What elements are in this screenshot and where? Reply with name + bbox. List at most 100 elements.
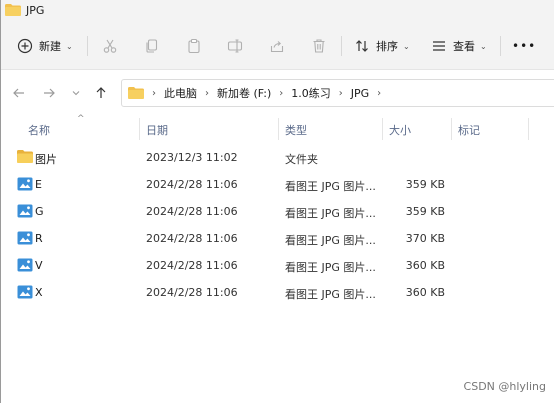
view-list-icon <box>433 41 445 51</box>
up-button[interactable] <box>92 84 110 102</box>
more-icon: ••• <box>512 39 537 53</box>
sort-button[interactable]: 排序 ⌄ <box>354 34 410 58</box>
chevron-right-icon[interactable]: › <box>205 88 209 99</box>
explorer-window: JPG 新建 ⌄ 排序 ⌄ 查看 ⌄ ••• › 此电脑 › 新加卷 (F:) … <box>0 0 554 403</box>
address-bar[interactable]: › 此电脑 › 新加卷 (F:) › 1.0练习 › JPG › <box>121 79 554 107</box>
scissors-icon <box>103 39 117 53</box>
arrow-up-icon <box>96 87 106 98</box>
file-name: E <box>35 178 42 191</box>
column-header-tags[interactable]: 标记 <box>458 122 480 138</box>
recent-locations-button[interactable] <box>67 84 85 102</box>
file-size: 360 KB <box>405 286 445 299</box>
file-type: 看图王 JPG 图片... <box>285 288 376 301</box>
list-item[interactable]: R 2024/2/28 11:06 看图王 JPG 图片... 370 KB <box>1 225 554 252</box>
chevron-right-icon[interactable]: › <box>152 88 156 99</box>
file-name: 图片 <box>35 153 57 166</box>
file-size: 370 KB <box>405 232 445 245</box>
jpg-file-icon <box>17 231 33 245</box>
file-date: 2024/2/28 11:06 <box>146 178 238 191</box>
copy-icon <box>146 39 158 53</box>
sort-icon <box>356 40 368 52</box>
divider <box>500 36 501 56</box>
watermark: CSDN @hlyling <box>463 380 546 393</box>
more-options-button[interactable]: ••• <box>512 34 536 58</box>
column-divider[interactable] <box>278 118 279 140</box>
chevron-right-icon[interactable]: › <box>339 88 343 99</box>
file-date: 2024/2/28 11:06 <box>146 259 238 272</box>
file-name: X <box>35 286 43 299</box>
column-divider[interactable] <box>528 118 529 140</box>
file-size: 359 KB <box>405 178 445 191</box>
column-header-size[interactable]: 大小 <box>389 122 411 138</box>
share-button[interactable] <box>269 34 285 58</box>
back-button[interactable] <box>10 84 28 102</box>
chevron-down-icon: ⌄ <box>480 41 487 51</box>
sort-ascending-icon: ^ <box>77 114 85 124</box>
view-label: 查看 <box>453 40 475 53</box>
divider <box>341 36 342 56</box>
chevron-down-icon: ⌄ <box>66 41 73 51</box>
jpg-file-icon <box>17 285 33 299</box>
sort-label: 排序 <box>376 40 398 53</box>
list-item[interactable]: G 2024/2/28 11:06 看图王 JPG 图片... 359 KB <box>1 198 554 225</box>
window-title: JPG <box>26 3 45 17</box>
new-label: 新建 <box>39 40 61 53</box>
title-bar: JPG <box>1 0 554 20</box>
file-size: 359 KB <box>405 205 445 218</box>
file-date: 2024/2/28 11:06 <box>146 286 238 299</box>
arrow-left-icon <box>13 88 24 98</box>
chevron-right-icon[interactable]: › <box>377 88 381 99</box>
copy-button[interactable] <box>144 34 160 58</box>
clipboard-icon <box>188 38 200 54</box>
chevron-down-icon: ⌄ <box>403 41 410 51</box>
rename-icon <box>227 39 243 53</box>
command-bar: 新建 ⌄ 排序 ⌄ 查看 ⌄ ••• <box>1 20 554 70</box>
list-item[interactable]: X 2024/2/28 11:06 看图王 JPG 图片... 360 KB <box>1 279 554 306</box>
cut-button[interactable] <box>102 34 118 58</box>
column-header-date[interactable]: 日期 <box>146 122 168 138</box>
jpg-file-icon <box>17 258 33 272</box>
folder-icon <box>5 4 21 16</box>
column-divider[interactable] <box>139 118 140 140</box>
file-type: 看图王 JPG 图片... <box>285 207 376 220</box>
forward-button[interactable] <box>40 84 58 102</box>
list-item[interactable]: 图片 2023/12/3 11:02 文件夹 <box>1 144 554 171</box>
column-header-name[interactable]: 名称 <box>28 122 50 138</box>
file-name: G <box>35 205 44 218</box>
file-date: 2024/2/28 11:06 <box>146 232 238 245</box>
list-item[interactable]: V 2024/2/28 11:06 看图王 JPG 图片... 360 KB <box>1 252 554 279</box>
breadcrumb-current[interactable]: JPG <box>351 87 369 100</box>
delete-button[interactable] <box>311 34 327 58</box>
file-type: 看图王 JPG 图片... <box>285 234 376 247</box>
plus-circle-icon <box>17 38 33 54</box>
paste-button[interactable] <box>186 34 202 58</box>
file-name: R <box>35 232 43 245</box>
breadcrumb-this-pc[interactable]: 此电脑 <box>164 85 197 101</box>
jpg-file-icon <box>17 177 33 191</box>
navigation-bar: › 此电脑 › 新加卷 (F:) › 1.0练习 › JPG › <box>1 70 554 116</box>
file-type: 看图王 JPG 图片... <box>285 261 376 274</box>
column-header-type[interactable]: 类型 <box>285 122 307 138</box>
list-item[interactable]: E 2024/2/28 11:06 看图王 JPG 图片... 359 KB <box>1 171 554 198</box>
jpg-file-icon <box>17 204 33 218</box>
file-type: 看图王 JPG 图片... <box>285 180 376 193</box>
rename-button[interactable] <box>227 34 243 58</box>
breadcrumb-folder[interactable]: 1.0练习 <box>291 85 331 101</box>
share-icon <box>270 41 284 53</box>
file-size: 360 KB <box>405 259 445 272</box>
folder-icon <box>17 150 33 163</box>
file-type: 文件夹 <box>285 153 318 166</box>
folder-icon <box>128 87 144 99</box>
new-button[interactable]: 新建 ⌄ <box>17 34 73 58</box>
breadcrumb-drive[interactable]: 新加卷 (F:) <box>217 85 271 101</box>
file-date: 2023/12/3 11:02 <box>146 151 238 164</box>
column-header-row: ^ 名称 日期 类型 大小 标记 <box>1 114 554 142</box>
chevron-right-icon[interactable]: › <box>279 88 283 99</box>
column-divider[interactable] <box>382 118 383 140</box>
column-divider[interactable] <box>451 118 452 140</box>
file-date: 2024/2/28 11:06 <box>146 205 238 218</box>
chevron-down-icon <box>72 91 80 96</box>
divider <box>87 36 88 56</box>
view-button[interactable]: 查看 ⌄ <box>431 34 487 58</box>
arrow-right-icon <box>44 88 55 98</box>
